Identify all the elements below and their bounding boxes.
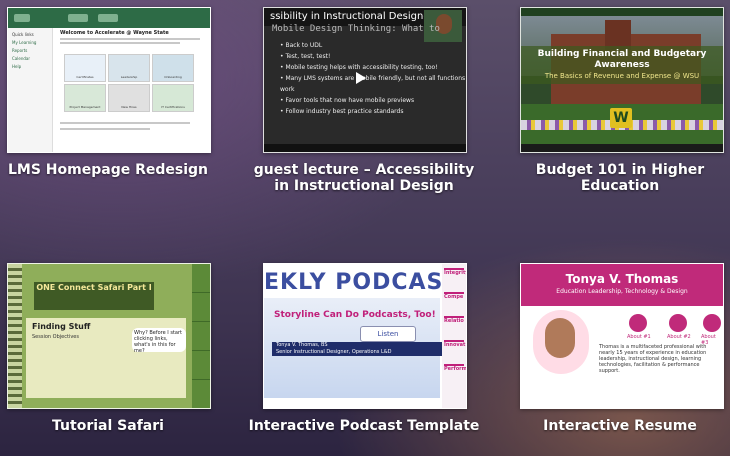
resume-subtitle: Education Leadership, Technology & Desig… [556, 288, 688, 295]
about-1-icon[interactable] [629, 314, 647, 332]
slide-bullets: Back to UDL Test, test, test! Mobile tes… [270, 40, 466, 117]
podcast-heading: EKLY PODCAST [264, 270, 460, 295]
slide-title: Building Financial and Budgetary Awarene… [537, 49, 707, 70]
site-nav [521, 8, 723, 16]
safari-banner: ONE Connect Safari Part I [34, 282, 154, 310]
about-2-icon[interactable] [669, 314, 687, 332]
resume-header: Tonya V. Thomas Education Leadership, Te… [521, 264, 723, 306]
side-tabs: Integrity Compe Relatio Innovat Perform [442, 264, 466, 408]
title-tutorial-safari[interactable]: Tutorial Safari [0, 418, 228, 434]
about-3-icon[interactable] [703, 314, 721, 332]
lms-sidebar: Quick links My Learning Reports Calendar… [8, 28, 53, 152]
video-controls[interactable] [264, 144, 466, 152]
title-budget-101[interactable]: Budget 101 in Higher Education [500, 162, 730, 194]
title-guest-lecture[interactable]: guest lecture – Accessibility in Instruc… [244, 162, 484, 194]
title-interactive-resume[interactable]: Interactive Resume [500, 418, 730, 434]
lms-welcome-heading: Welcome to Accelerate @ Wayne State [60, 30, 169, 36]
podcast-subtitle: Storyline Can Do Podcasts, Too! [274, 310, 436, 320]
wsu-logo: W [610, 108, 632, 128]
resume-bio: Thomas is a multifaceted professional wi… [599, 344, 707, 374]
play-icon[interactable] [356, 72, 366, 84]
listen-button[interactable]: Listen [360, 326, 416, 342]
thumbnail-lms-homepage[interactable]: Welcome to Accelerate @ Wayne State Quic… [7, 7, 211, 153]
thumbnail-interactive-podcast[interactable]: EKLY PODCAST Storyline Can Do Podcasts, … [263, 263, 467, 409]
notebook-rings [8, 264, 22, 408]
slide-heading: Mobile Design Thinking: What to [272, 24, 440, 34]
thumbnail-budget-101[interactable]: Building Financial and Budgetary Awarene… [520, 7, 724, 153]
thumbnail-guest-lecture[interactable]: ssibility in Instructional Designer Mobi… [263, 7, 467, 153]
side-tabs [192, 264, 210, 408]
title-interactive-podcast[interactable]: Interactive Podcast Template [244, 418, 484, 434]
title-overlay: Building Financial and Budgetary Awarene… [521, 46, 723, 84]
thumbnail-interactive-resume[interactable]: Tonya V. Thomas Education Leadership, Te… [520, 263, 724, 409]
speaker-info: Tonya V. Thomas, BS Senior Instructional… [272, 342, 442, 356]
video-controls[interactable] [521, 144, 723, 152]
slide-subtitle: The Basics of Revenue and Expense @ WSU [544, 72, 700, 80]
video-title: ssibility in Instructional Designer [270, 11, 434, 22]
title-lms-homepage[interactable]: LMS Homepage Redesign [0, 162, 228, 178]
lms-header [8, 8, 210, 28]
speech-bubble: Why? Before I start clicking links, what… [132, 328, 186, 354]
profile-photo [533, 310, 589, 374]
resume-name: Tonya V. Thomas [565, 272, 679, 286]
thumbnail-tutorial-safari[interactable]: ONE Connect Safari Part I Finding Stuff … [7, 263, 211, 409]
